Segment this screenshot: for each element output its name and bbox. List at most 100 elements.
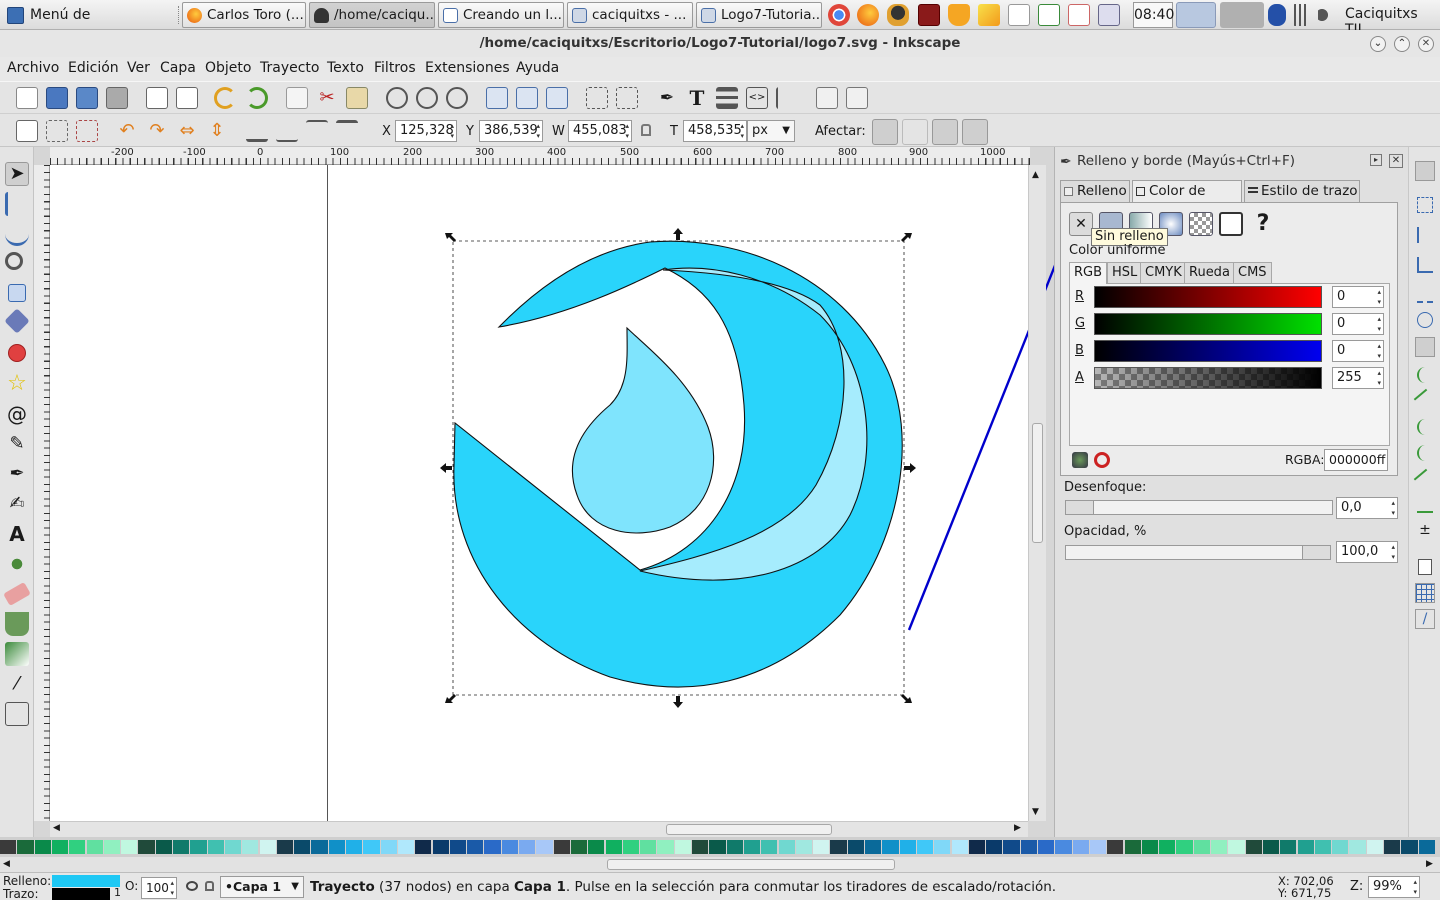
palette-swatch[interactable] (1055, 840, 1072, 854)
tab-fill[interactable]: Relleno (1060, 180, 1130, 203)
palette-swatch[interactable] (1003, 840, 1020, 854)
snap-rotation-center-icon[interactable]: ± (1417, 522, 1433, 538)
menu-ayuda[interactable]: Ayuda (516, 60, 559, 76)
blur-input[interactable]: 0,0 (1336, 497, 1398, 519)
palette-swatch[interactable] (380, 840, 397, 854)
opacity-slider[interactable] (1065, 545, 1331, 560)
channel-r-input[interactable]: 0 (1332, 286, 1384, 308)
raise-icon[interactable] (276, 120, 298, 142)
menu-extensiones[interactable]: Extensiones (425, 60, 510, 76)
palette-swatch[interactable] (1349, 840, 1366, 854)
bucket-tool-icon[interactable] (5, 612, 29, 636)
palette-swatch[interactable] (640, 840, 657, 854)
fill-stroke-icon[interactable]: ✒ (656, 87, 678, 109)
palette-swatch[interactable] (743, 840, 761, 854)
palette-swatch[interactable] (778, 840, 795, 854)
paste-icon[interactable] (346, 87, 368, 109)
palette-swatch[interactable] (709, 840, 726, 854)
palette-swatch[interactable] (986, 840, 1003, 854)
duplicate-icon[interactable] (286, 87, 308, 109)
transform-gradients-toggle[interactable] (932, 119, 958, 145)
palette-swatch[interactable] (1280, 840, 1297, 854)
workspace-switcher[interactable] (1220, 2, 1264, 28)
snap-paths-icon[interactable] (1417, 367, 1433, 383)
tab-stroke-paint[interactable]: Color de trazo (1132, 180, 1242, 220)
layers-icon[interactable] (716, 87, 738, 109)
rectangle-tool-icon[interactable] (8, 284, 26, 302)
palette-swatch[interactable] (294, 840, 311, 854)
palette-swatch[interactable] (397, 840, 415, 854)
channel-g-slider[interactable] (1094, 313, 1322, 335)
palette-swatch[interactable] (1159, 840, 1176, 854)
menu-objeto[interactable]: Objeto (205, 60, 251, 76)
palette-swatch[interactable] (1124, 840, 1141, 854)
x-input[interactable]: 125,328 (395, 120, 457, 142)
palette-swatch[interactable] (830, 840, 847, 854)
spiral-tool-icon[interactable]: @ (5, 402, 29, 426)
snap-object-center-icon[interactable] (1417, 497, 1433, 513)
opacity-slider-handle[interactable] (1302, 546, 1330, 559)
palette-swatch[interactable] (363, 840, 380, 854)
palette-swatch[interactable] (484, 840, 501, 854)
snap-guide-icon[interactable]: / (1415, 609, 1435, 629)
palette-swatch[interactable] (657, 840, 674, 854)
snap-smooth-icon[interactable] (1417, 445, 1433, 461)
xml-editor-icon[interactable]: <> (746, 87, 768, 109)
clone-icon[interactable] (516, 87, 538, 109)
palette-swatch[interactable] (311, 840, 328, 854)
palette-swatch[interactable] (813, 840, 830, 854)
flip-horizontal-icon[interactable]: ⇔ (176, 120, 198, 142)
channel-r-slider[interactable] (1094, 286, 1322, 308)
palette-swatch[interactable] (155, 840, 172, 854)
menu-filtros[interactable]: Filtros (374, 60, 416, 76)
bluetooth-icon[interactable] (1268, 4, 1286, 26)
channel-a-slider[interactable] (1094, 367, 1322, 389)
menu-ver[interactable]: Ver (127, 60, 150, 76)
palette-swatch[interactable] (415, 840, 432, 854)
rgba-input[interactable]: 000000ff (1324, 449, 1388, 471)
layer-lock-icon[interactable] (205, 881, 214, 891)
scroll-down-icon[interactable]: ▼ (1032, 807, 1039, 817)
undo-icon[interactable] (214, 87, 236, 109)
horizontal-scroll-thumb[interactable] (666, 824, 832, 835)
palette-swatch[interactable] (328, 840, 345, 854)
print-icon[interactable] (106, 87, 128, 109)
color-tab-wheel[interactable]: Rueda (1184, 262, 1235, 284)
scroll-right-icon[interactable]: ▶ (1014, 823, 1021, 833)
zoom-drawing-icon[interactable] (416, 87, 438, 109)
save-icon[interactable] (76, 87, 98, 109)
palette-swatch[interactable] (467, 840, 484, 854)
palette-swatch[interactable] (432, 840, 449, 854)
eraser-tool-icon[interactable] (3, 581, 31, 607)
snap-bbox-corner-icon[interactable] (1417, 257, 1433, 273)
shield-icon[interactable] (948, 4, 970, 26)
raise-to-top-icon[interactable] (246, 120, 268, 142)
palette-swatch[interactable] (69, 840, 86, 854)
selector-tool-icon[interactable]: ➤ (5, 162, 29, 186)
palette-swatch[interactable] (916, 840, 934, 854)
palette-swatch[interactable] (173, 840, 190, 854)
edit-icon[interactable] (978, 4, 1000, 26)
palette-swatch[interactable] (1211, 840, 1228, 854)
palette-swatch[interactable] (1245, 840, 1262, 854)
align-icon[interactable] (776, 87, 798, 109)
snap-bbox-center-icon[interactable] (1417, 312, 1433, 328)
palette-swatch[interactable] (968, 840, 986, 854)
palette-swatch[interactable] (1038, 840, 1055, 854)
ellipse-tool-icon[interactable] (8, 344, 26, 362)
spray-tool-icon[interactable] (5, 552, 29, 576)
document-properties-icon[interactable] (816, 87, 838, 109)
swatch-button[interactable] (1219, 212, 1243, 236)
inkscape-tray-icon[interactable] (1176, 2, 1216, 28)
redo-icon[interactable] (246, 87, 268, 109)
palette-swatch[interactable] (34, 840, 51, 854)
gradient-tool-icon[interactable] (5, 642, 29, 666)
lock-icon[interactable] (641, 124, 651, 136)
stroke-indicator[interactable] (52, 888, 110, 900)
palette-swatch[interactable] (1107, 840, 1124, 854)
task-firefox[interactable]: Carlos Toro (... (182, 2, 306, 28)
palette-scroll-thumb[interactable] (607, 859, 895, 870)
palette-swatch[interactable] (1314, 840, 1332, 854)
palette-swatch[interactable] (51, 840, 69, 854)
lower-icon[interactable] (306, 120, 328, 142)
